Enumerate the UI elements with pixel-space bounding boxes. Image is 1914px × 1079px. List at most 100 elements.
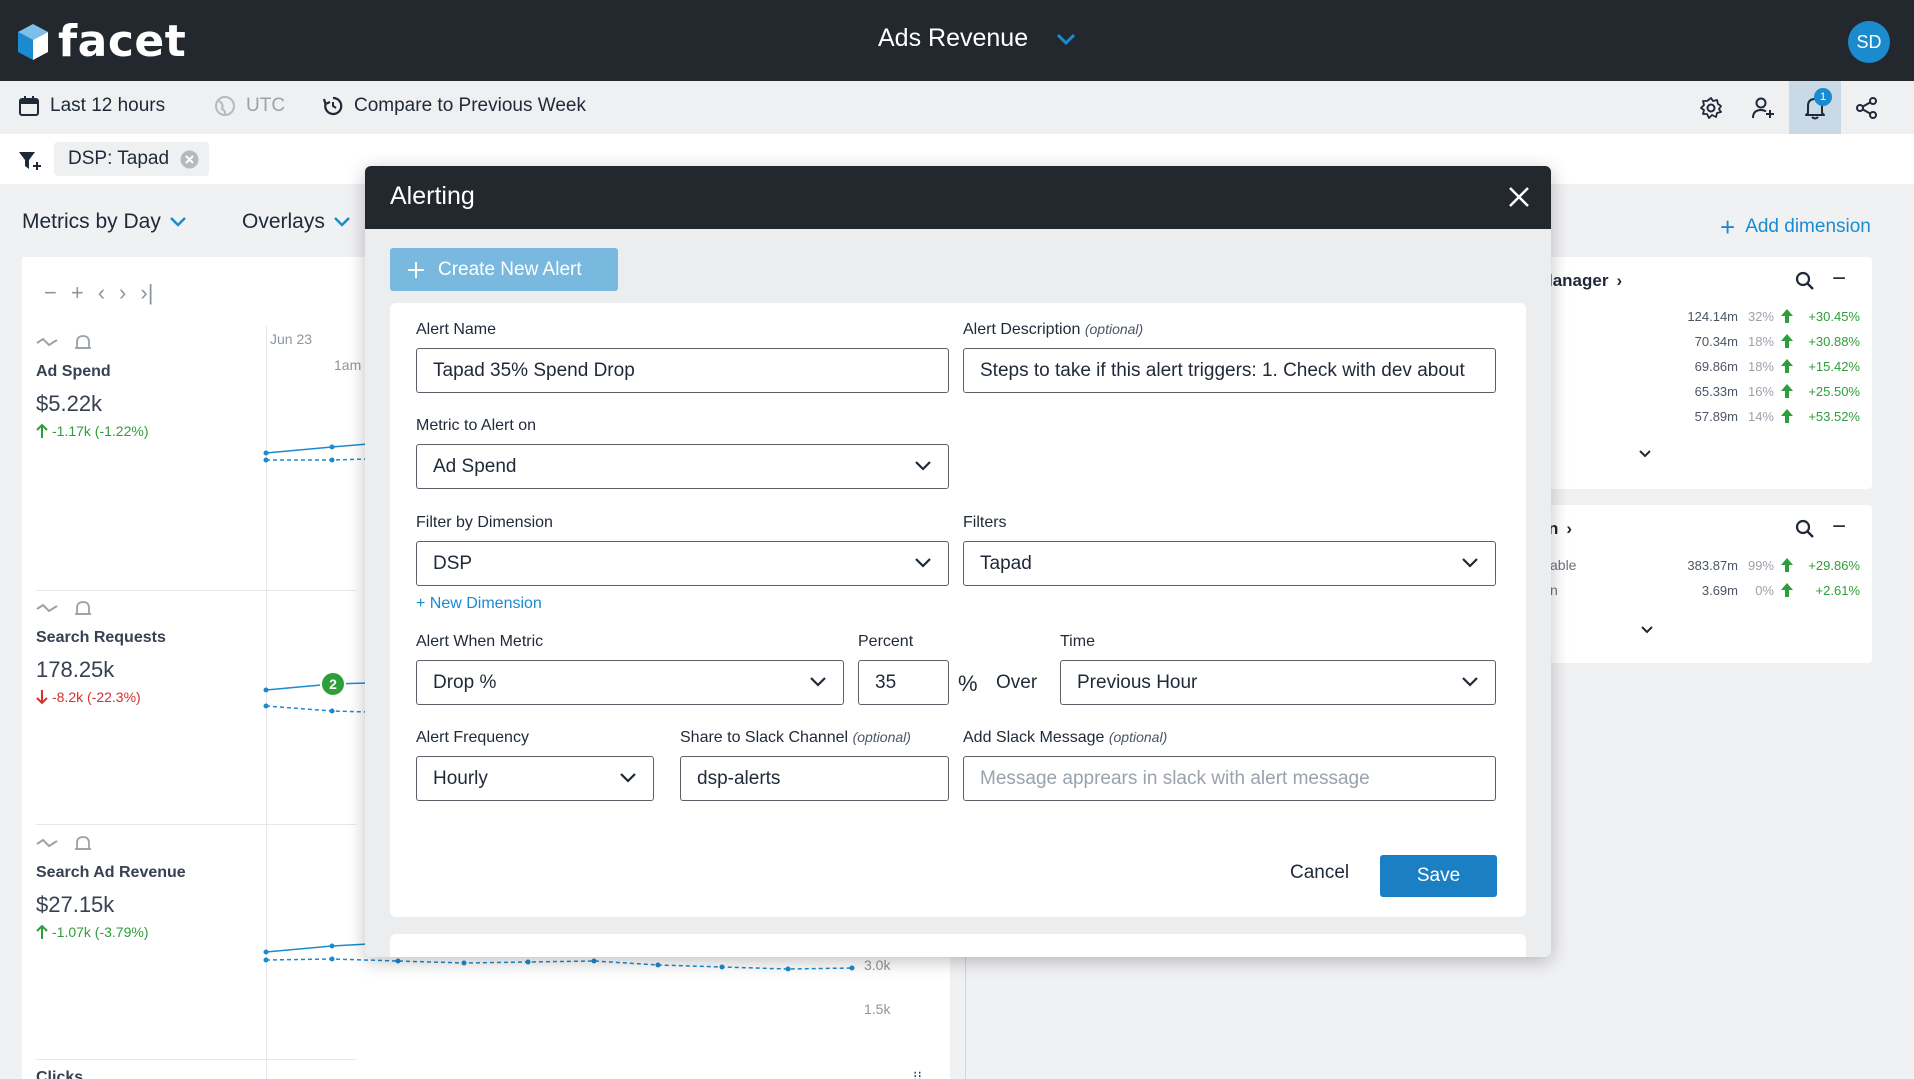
arrow-up-icon [1781, 409, 1793, 423]
metric-value: $27.15k [36, 892, 115, 917]
slack-message-input[interactable]: Message apprears in slack with alert mes… [963, 756, 1496, 801]
search-icon[interactable] [1795, 271, 1815, 291]
dimension-row[interactable]: 69.86m 18% +15.42% [1674, 358, 1860, 374]
search-requests-chart [263, 682, 368, 714]
chevron-down-icon[interactable] [1638, 449, 1652, 459]
alert-description-label-text: Alert Description [963, 321, 1081, 338]
chevron-down-icon[interactable] [1640, 625, 1654, 635]
zoom-out-icon[interactable]: − [44, 280, 57, 306]
dimension-row[interactable]: 65.33m 16% +25.50% [1674, 383, 1860, 399]
alert-bell-icon[interactable] [72, 333, 94, 353]
row-pct: 14% [1747, 408, 1774, 424]
annotation-marker[interactable]: 2 [320, 671, 346, 697]
remove-filter-icon[interactable] [180, 150, 199, 169]
add-user-button[interactable] [1737, 81, 1789, 134]
metrics-by-day-label: Metrics by Day [22, 210, 161, 233]
metric-delta: -1.17k (-1.22%) [36, 423, 148, 439]
dimension-row[interactable]: 70.34m 18% +30.88% [1674, 333, 1860, 349]
filter-chip[interactable]: DSP: Tapad [54, 142, 210, 176]
timezone-selector[interactable]: UTC [214, 95, 285, 117]
optional-tag: (optional) [1108, 729, 1168, 745]
dimension-panel-heading[interactable]: n › [1548, 519, 1572, 539]
metric-divider [36, 1059, 356, 1060]
dashboard-selector[interactable]: Ads Revenue [878, 24, 1078, 53]
metric-select[interactable]: Ad Spend [416, 444, 949, 489]
metric-title: Search Requests [36, 629, 166, 646]
metric-delta-text: -1.17k (-1.22%) [52, 423, 149, 439]
chevron-down-icon [1057, 33, 1076, 45]
overlays-selector[interactable]: Overlays [242, 210, 351, 234]
percent-input[interactable]: 35 [858, 660, 949, 705]
y-tick-label: 3.0k [864, 957, 891, 973]
row-value: 383.87m [1687, 557, 1738, 573]
dimension-row[interactable]: 3.69m 0% +2.61% [1674, 582, 1860, 598]
alert-bell-icon[interactable] [72, 834, 94, 854]
row-pct: 32% [1747, 308, 1774, 324]
compare-selector[interactable]: Compare to Previous Week [322, 95, 586, 117]
overlays-label: Overlays [242, 210, 325, 233]
notifications-button[interactable]: 1 [1789, 81, 1841, 134]
add-user-icon [1752, 97, 1774, 118]
collapse-icon[interactable]: − [1832, 513, 1846, 541]
save-button[interactable]: Save [1380, 855, 1497, 897]
time-select[interactable]: Previous Hour [1060, 660, 1496, 705]
zoom-in-icon[interactable]: + [71, 280, 84, 306]
metrics-by-day-selector[interactable]: Metrics by Day [22, 210, 187, 234]
slack-channel-input[interactable]: dsp-alerts [680, 756, 949, 801]
row-value: 70.34m [1694, 333, 1738, 349]
sparkline-icon[interactable] [36, 333, 58, 353]
alert-description-label: Alert Description (optional) [963, 321, 1143, 339]
metric-card-search-ad-revenue[interactable]: Search Ad Revenue $27.15k -1.07k (-3.79%… [36, 834, 186, 940]
user-avatar[interactable]: SD [1848, 21, 1890, 63]
calendar-icon [19, 96, 39, 116]
facet-logo[interactable]: facet [16, 16, 186, 67]
chevron-down-icon [1462, 677, 1478, 687]
dimension-row[interactable]: 124.14m 32% +30.45% [1674, 308, 1860, 324]
metric-card-ad-spend[interactable]: Ad Spend $5.22k -1.17k (-1.22%) [36, 333, 148, 439]
create-new-alert-button[interactable]: Create New Alert [390, 248, 618, 291]
alert-condition-select[interactable]: Drop % [416, 660, 844, 705]
frequency-select[interactable]: Hourly [416, 756, 654, 801]
settings-button[interactable] [1685, 81, 1737, 134]
percent-unit: % [958, 671, 978, 696]
dimension-row[interactable]: 57.89m 14% +53.52% [1674, 408, 1860, 424]
frequency-select-value: Hourly [433, 767, 488, 789]
add-dimension-button[interactable]: + Add dimension [1720, 214, 1871, 240]
add-filter-icon[interactable] [18, 150, 42, 172]
metric-value: $5.22k [36, 391, 103, 416]
chevron-right-icon: › [1616, 271, 1623, 290]
drag-handle-icon[interactable]: ⁝⁝ [913, 1068, 922, 1079]
search-icon[interactable] [1795, 519, 1815, 539]
cancel-button[interactable]: Cancel [1290, 862, 1349, 884]
dimension-select[interactable]: DSP [416, 541, 949, 586]
dimension-select-value: DSP [433, 552, 473, 574]
dimension-row[interactable]: 383.87m 99% +29.86% [1674, 557, 1860, 573]
filters-select[interactable]: Tapad [963, 541, 1496, 586]
chevron-right-icon[interactable]: › [119, 280, 126, 306]
new-dimension-link[interactable]: + New Dimension [416, 595, 542, 613]
alert-name-input[interactable]: Tapad 35% Spend Drop [416, 348, 949, 393]
metric-delta-text: -8.2k (-22.3%) [52, 689, 141, 705]
close-icon[interactable] [1505, 183, 1533, 211]
dimension-panel-heading[interactable]: lanager › [1548, 271, 1622, 291]
skip-end-icon[interactable]: ›| [140, 280, 153, 306]
collapse-icon[interactable]: − [1832, 265, 1846, 293]
arrow-up-icon [36, 924, 48, 939]
row-value: 124.14m [1687, 308, 1738, 324]
chevron-down-icon [915, 461, 931, 471]
chevron-left-icon[interactable]: ‹ [98, 280, 105, 306]
chevron-down-icon [915, 558, 931, 568]
metric-card-search-requests[interactable]: Search Requests 178.25k -8.2k (-22.3%) [36, 599, 166, 705]
modal-title: Alerting [390, 182, 475, 210]
time-range-picker[interactable]: Last 12 hours [18, 95, 165, 117]
share-button[interactable] [1841, 81, 1893, 134]
alert-description-input[interactable]: Steps to take if this alert triggers: 1.… [963, 348, 1496, 393]
slack-message-label: Add Slack Message (optional) [963, 729, 1167, 747]
history-icon [322, 96, 343, 116]
row-pct: 99% [1747, 557, 1774, 573]
alert-bell-icon[interactable] [72, 599, 94, 619]
slack-channel-label: Share to Slack Channel (optional) [680, 729, 911, 747]
sparkline-icon[interactable] [36, 834, 58, 854]
row-label: n [1550, 582, 1558, 598]
sparkline-icon[interactable] [36, 599, 58, 619]
